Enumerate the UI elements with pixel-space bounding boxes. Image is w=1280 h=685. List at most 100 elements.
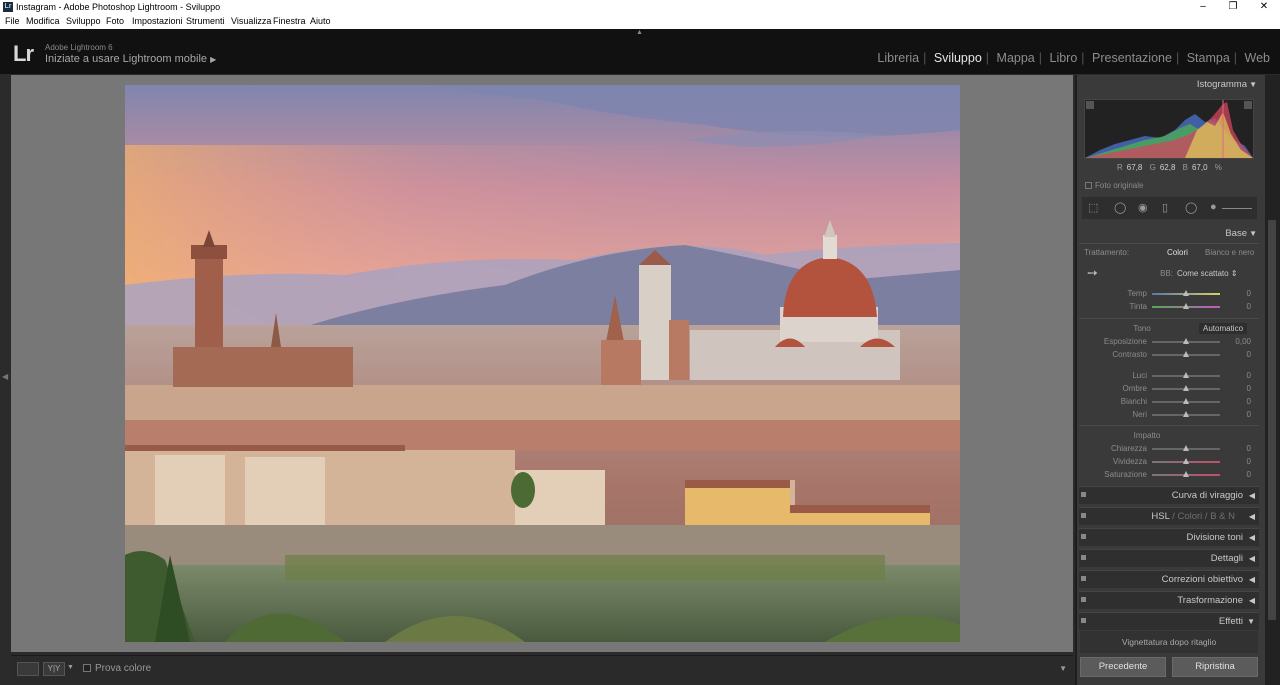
- exposure-slider-thumb[interactable]: [1183, 338, 1189, 344]
- red-eye-icon[interactable]: ◉: [1138, 201, 1148, 214]
- module-mappa[interactable]: Mappa: [997, 51, 1035, 65]
- presence-label: Impatto: [1133, 431, 1161, 440]
- graduated-filter-icon[interactable]: ▯: [1162, 201, 1168, 214]
- module-libro[interactable]: Libro: [1050, 51, 1078, 65]
- crop-tool-icon[interactable]: ⬚: [1088, 201, 1098, 214]
- module-web[interactable]: Web: [1245, 51, 1270, 65]
- split-toning-panel-header[interactable]: Divisione toni ◀: [1079, 528, 1259, 546]
- soft-proofing-toggle[interactable]: Prova colore: [83, 663, 151, 674]
- module-sviluppo[interactable]: Sviluppo: [934, 51, 982, 65]
- menu-strumenti[interactable]: Strumenti: [186, 16, 225, 26]
- loupe-view-button[interactable]: [17, 662, 39, 676]
- tint-value[interactable]: 0: [1227, 302, 1251, 311]
- highlights-value[interactable]: 0: [1227, 371, 1251, 380]
- clarity-value[interactable]: 0: [1227, 444, 1251, 453]
- panel-switch-icon[interactable]: [1081, 534, 1086, 539]
- menu-sviluppo[interactable]: Sviluppo: [66, 16, 101, 26]
- before-after-view-button[interactable]: Y|Y: [43, 662, 65, 676]
- panel-switch-icon[interactable]: [1081, 597, 1086, 602]
- detail-panel-header[interactable]: Dettagli ◀: [1079, 549, 1259, 567]
- play-icon: ▶: [210, 55, 217, 64]
- adjustment-brush-icon[interactable]: ●: [1210, 201, 1217, 213]
- highlights-slider-thumb[interactable]: [1183, 372, 1189, 378]
- color-tab[interactable]: Colori: [1177, 511, 1202, 522]
- base-panel-title[interactable]: Base: [1225, 228, 1247, 239]
- vibrance-slider-thumb[interactable]: [1183, 458, 1189, 464]
- toolbar-menu-icon[interactable]: ▼: [1059, 664, 1067, 673]
- hsl-tab[interactable]: HSL: [1151, 511, 1169, 522]
- transform-panel-header[interactable]: Trasformazione ◀: [1079, 591, 1259, 609]
- lightroom-mobile-link[interactable]: Iniziate a usare Lightroom mobile ▶: [45, 53, 216, 65]
- histogram-graph[interactable]: [1084, 99, 1254, 159]
- panel-switch-icon[interactable]: [1081, 555, 1086, 560]
- clarity-slider-thumb[interactable]: [1183, 445, 1189, 451]
- wb-preset-select[interactable]: Come scattato ⇕: [1177, 269, 1238, 278]
- menu-aiuto[interactable]: Aiuto: [310, 16, 331, 26]
- exposure-value[interactable]: 0,00: [1227, 337, 1251, 346]
- right-panel-scrollbar[interactable]: [1265, 75, 1280, 685]
- treatment-bw-button[interactable]: Bianco e nero: [1201, 247, 1258, 258]
- spot-removal-icon[interactable]: ◯: [1114, 201, 1126, 214]
- bw-tab[interactable]: B & N: [1210, 511, 1235, 522]
- original-photo-checkbox[interactable]: [1085, 182, 1092, 189]
- saturation-slider-thumb[interactable]: [1183, 471, 1189, 477]
- effects-panel-header[interactable]: Effetti ▼: [1079, 612, 1259, 630]
- original-photo-toggle[interactable]: Foto originale: [1085, 181, 1143, 190]
- base-collapse-icon[interactable]: ▼: [1249, 229, 1257, 238]
- whites-value[interactable]: 0: [1227, 397, 1251, 406]
- close-icon[interactable]: ✕: [1248, 0, 1280, 15]
- contrast-value[interactable]: 0: [1227, 350, 1251, 359]
- panel-switch-icon[interactable]: [1081, 576, 1086, 581]
- vibrance-value[interactable]: 0: [1227, 457, 1251, 466]
- module-presentazione[interactable]: Presentazione: [1092, 51, 1172, 65]
- menu-visualizza[interactable]: Visualizza: [231, 16, 271, 26]
- blacks-value[interactable]: 0: [1227, 410, 1251, 419]
- temp-slider-thumb[interactable]: [1183, 290, 1189, 296]
- panel-switch-icon[interactable]: [1081, 492, 1086, 497]
- histogram-title[interactable]: Istogramma: [1197, 79, 1247, 90]
- detail-title: Dettagli: [1210, 553, 1243, 564]
- contrast-slider-thumb[interactable]: [1183, 351, 1189, 357]
- brush-slider[interactable]: [1222, 208, 1252, 209]
- shadow-clipping-icon[interactable]: [1086, 101, 1094, 109]
- treatment-color-button[interactable]: Colori: [1163, 247, 1192, 258]
- panel-switch-icon[interactable]: [1081, 513, 1086, 518]
- module-stampa[interactable]: Stampa: [1187, 51, 1230, 65]
- highlight-clipping-icon[interactable]: [1244, 101, 1252, 109]
- photo-florence-skyline[interactable]: [125, 85, 960, 642]
- histogram-collapse-icon[interactable]: ▼: [1249, 80, 1257, 89]
- radial-filter-icon[interactable]: ◯: [1185, 201, 1197, 214]
- whites-slider-thumb[interactable]: [1183, 398, 1189, 404]
- menu-modifica[interactable]: Modifica: [26, 16, 60, 26]
- blacks-slider-thumb[interactable]: [1183, 411, 1189, 417]
- menu-impostazioni[interactable]: Impostazioni: [132, 16, 183, 26]
- panel-switch-icon[interactable]: [1081, 618, 1086, 623]
- top-panel-toggle-icon[interactable]: ▲: [636, 29, 643, 36]
- expand-icon: ◀: [1248, 533, 1255, 542]
- maximize-icon[interactable]: ❐: [1217, 0, 1249, 15]
- menu-foto[interactable]: Foto: [106, 16, 124, 26]
- tint-slider-thumb[interactable]: [1183, 303, 1189, 309]
- menu-file[interactable]: File: [5, 16, 20, 26]
- left-panel-toggle-icon[interactable]: ◀: [2, 372, 8, 381]
- expand-icon: ◀: [1248, 554, 1255, 563]
- lens-corrections-panel-header[interactable]: Correzioni obiettivo ◀: [1079, 570, 1259, 588]
- saturation-value[interactable]: 0: [1227, 470, 1251, 479]
- b-value: 67,0: [1191, 163, 1208, 172]
- soft-proofing-checkbox[interactable]: [83, 664, 91, 672]
- minimize-icon[interactable]: –: [1187, 0, 1219, 15]
- menu-finestra[interactable]: Finestra: [273, 16, 306, 26]
- temp-value[interactable]: 0: [1227, 289, 1251, 298]
- auto-tone-button[interactable]: Automatico: [1199, 323, 1248, 334]
- reset-button[interactable]: Ripristina: [1172, 657, 1258, 677]
- hsl-panel-header[interactable]: HSL / Colori / B & N ◀: [1079, 507, 1259, 525]
- image-canvas[interactable]: [11, 75, 1073, 652]
- shadows-value[interactable]: 0: [1227, 384, 1251, 393]
- view-dropdown-icon[interactable]: ▼: [67, 664, 74, 671]
- white-balance-picker-icon[interactable]: ➚: [1083, 263, 1102, 282]
- shadows-slider-thumb[interactable]: [1183, 385, 1189, 391]
- module-libreria[interactable]: Libreria: [877, 51, 919, 65]
- scrollbar-thumb[interactable]: [1268, 220, 1276, 620]
- tone-curve-panel-header[interactable]: Curva di viraggio ◀: [1079, 486, 1259, 504]
- previous-button[interactable]: Precedente: [1080, 657, 1166, 677]
